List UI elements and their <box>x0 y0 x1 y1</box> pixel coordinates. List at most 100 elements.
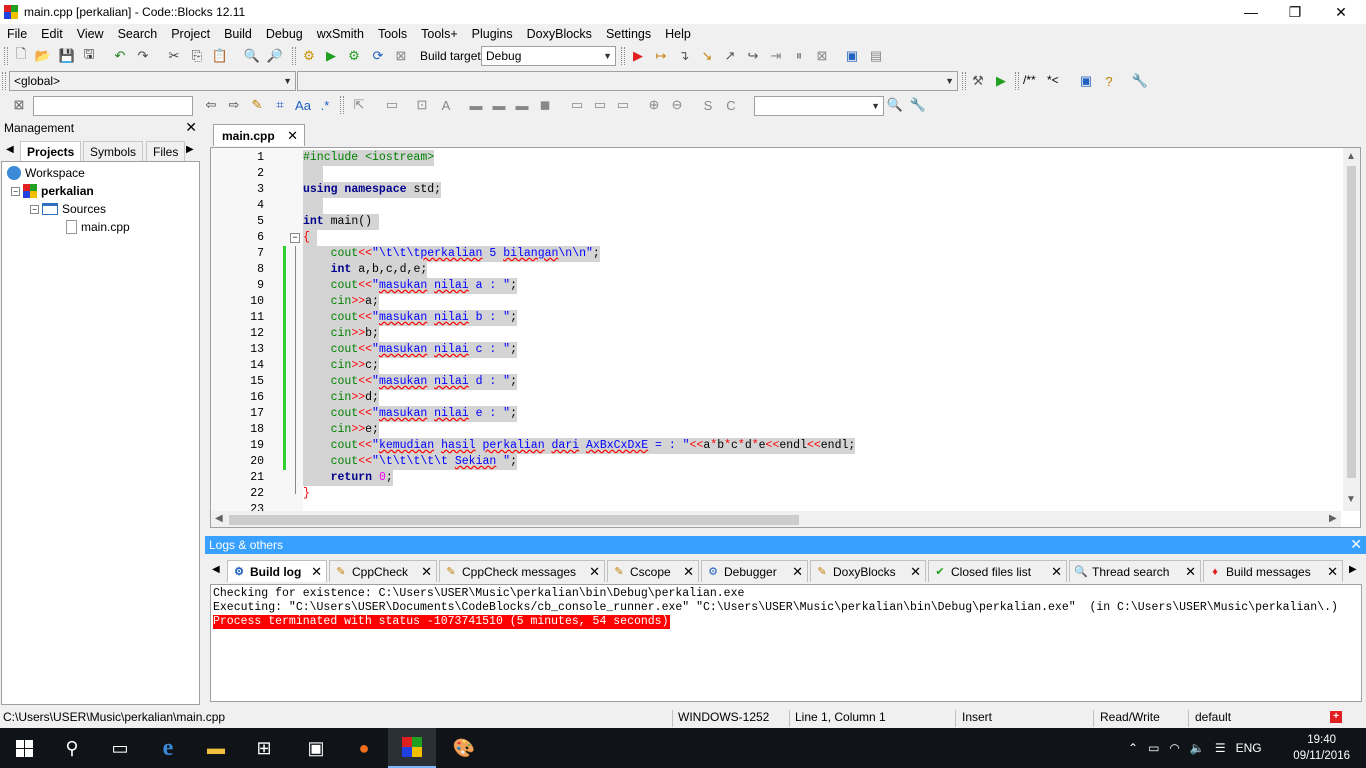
menu-file[interactable]: File <box>0 27 34 41</box>
menu-debug[interactable]: Debug <box>259 27 310 41</box>
tab-build-log[interactable]: ⚙ Build log ✕ <box>227 560 327 582</box>
find-previous-icon[interactable]: ⇦ <box>202 96 220 114</box>
doxy-html-icon[interactable]: ▣ <box>1077 72 1095 90</box>
tab-cscope[interactable]: ✎ Cscope ✕ <box>607 560 699 582</box>
tab-projects[interactable]: Projects <box>20 141 82 161</box>
store-icon[interactable]: ⊞ <box>240 728 288 768</box>
cut-icon[interactable]: ✂ <box>165 47 183 65</box>
scroll-down-icon[interactable]: ▼ <box>1346 494 1356 505</box>
menu-view[interactable]: View <box>70 27 111 41</box>
doxy-chm-icon[interactable]: ? <box>1100 72 1118 90</box>
step-into-icon[interactable]: ↘ <box>698 47 716 65</box>
start-windows-icon[interactable] <box>0 728 48 768</box>
scroll-thumb[interactable] <box>229 515 799 525</box>
language-indicator[interactable]: ENG <box>1236 741 1262 755</box>
build-and-run-icon[interactable]: ⚙ <box>345 47 363 65</box>
tree-file-main[interactable]: main.cpp <box>66 218 130 236</box>
thread-search-options-icon[interactable]: 🔧 <box>909 96 927 114</box>
close-icon[interactable]: ✕ <box>287 128 298 144</box>
close-icon[interactable]: ✕ <box>683 564 694 580</box>
menu-help[interactable]: Help <box>658 27 698 41</box>
close-button[interactable]: ✕ <box>1318 0 1364 24</box>
notifications-icon[interactable]: ☰ <box>1215 741 1226 755</box>
close-icon[interactable]: ✕ <box>589 564 600 580</box>
scroll-thumb[interactable] <box>1347 166 1356 478</box>
close-icon[interactable]: ✕ <box>311 564 322 580</box>
scroll-up-icon[interactable]: ▲ <box>1346 151 1356 162</box>
find-icon[interactable]: 🔍 <box>243 47 261 65</box>
match-case-icon[interactable]: Aa <box>294 96 312 114</box>
doxy-wizard-icon[interactable]: ⚒ <box>969 72 987 90</box>
logs-close-button[interactable]: ✕ <box>1350 536 1362 553</box>
tree-workspace[interactable]: Workspace <box>7 164 85 182</box>
new-file-icon[interactable]: 🗋 <box>12 46 30 65</box>
close-icon[interactable]: ✕ <box>792 564 803 580</box>
widget-panel-icon[interactable]: ▬ <box>467 96 485 114</box>
menu-doxyblocks[interactable]: DoxyBlocks <box>520 27 599 41</box>
build-target-select[interactable]: Debug ▼ <box>481 46 616 66</box>
function-select[interactable]: ▼ <box>297 71 958 91</box>
menu-tools-plus[interactable]: Tools+ <box>414 27 464 41</box>
battery-icon[interactable]: ▭ <box>1148 741 1159 755</box>
tree-project[interactable]: − perkalian <box>11 182 94 200</box>
run-icon[interactable]: ▶ <box>322 47 340 65</box>
save-all-icon[interactable]: 🖫 <box>80 46 98 65</box>
doxy-config-icon[interactable]: 🔧 <box>1131 72 1149 90</box>
open-file-icon[interactable]: 📂 <box>34 47 52 65</box>
scope-select[interactable]: <global> ▼ <box>9 71 296 91</box>
tab-scroll-right-icon[interactable]: ▶ <box>186 144 194 155</box>
run-to-cursor-icon[interactable]: ↦ <box>652 47 670 65</box>
codeblocks-taskbar-icon[interactable] <box>388 728 436 768</box>
abort-icon[interactable]: ⊠ <box>392 47 410 65</box>
paint-icon[interactable]: 🎨 <box>440 728 488 768</box>
close-icon[interactable]: ✕ <box>910 564 921 580</box>
close-icon[interactable]: ✕ <box>1051 564 1062 580</box>
scroll-right-icon[interactable]: ▶ <box>1329 513 1337 524</box>
tab-debugger[interactable]: ⚙ Debugger ✕ <box>701 560 808 582</box>
widget-button-icon[interactable]: ▭ <box>383 96 401 114</box>
stop-icon[interactable]: ⊠ <box>813 47 831 65</box>
debug-windows-icon[interactable]: ▣ <box>843 47 861 65</box>
search-icon[interactable]: ⚲ <box>48 728 96 768</box>
firefox-icon[interactable]: ● <box>340 728 388 768</box>
close-icon[interactable]: ✕ <box>1327 564 1338 580</box>
vertical-scrollbar[interactable]: ▲ ▼ <box>1343 148 1360 511</box>
volume-icon[interactable]: 🔈 <box>1190 741 1205 755</box>
widget-frame-icon[interactable]: ◼ <box>536 96 554 114</box>
save-icon[interactable]: 💾 <box>58 47 76 65</box>
doxy-line-comment-button[interactable]: *< <box>1047 73 1059 87</box>
selected-text-icon[interactable]: ⌗ <box>271 96 289 114</box>
close-icon[interactable]: ✕ <box>1185 564 1196 580</box>
wifi-icon[interactable]: ◠ <box>1169 741 1179 755</box>
debug-run-icon[interactable]: ▶ <box>629 47 647 65</box>
clear-search-icon[interactable]: ⊠ <box>10 96 28 114</box>
horizontal-scrollbar[interactable]: ◀ ▶ <box>211 511 1341 527</box>
menu-plugins[interactable]: Plugins <box>465 27 520 41</box>
build-log-output[interactable]: Checking for existence: C:\Users\USER\Mu… <box>210 584 1362 702</box>
tab-cppcheck-messages[interactable]: ✎ CppCheck messages ✕ <box>439 560 605 582</box>
doxy-extract-icon[interactable]: ▶ <box>992 72 1010 90</box>
sizer-c-icon[interactable]: C <box>722 96 740 114</box>
find-next-icon[interactable]: ⇨ <box>225 96 243 114</box>
pointer-icon[interactable]: ⇱ <box>350 96 368 114</box>
regex-icon[interactable]: .* <box>316 96 334 114</box>
widget-spin-icon[interactable]: ▭ <box>614 96 632 114</box>
menu-build[interactable]: Build <box>217 27 259 41</box>
chevron-up-icon[interactable]: ⌃ <box>1128 741 1138 755</box>
highlight-icon[interactable]: ✎ <box>248 96 266 114</box>
widget-scroll-icon[interactable]: ▭ <box>591 96 609 114</box>
menu-wxsmith[interactable]: wxSmith <box>310 27 371 41</box>
tab-scroll-right-icon[interactable]: ▶ <box>1349 564 1357 575</box>
tab-main-cpp[interactable]: main.cpp ✕ <box>213 124 305 146</box>
management-close-button[interactable]: ✕ <box>185 119 197 136</box>
paste-icon[interactable]: 📋 <box>211 47 229 65</box>
thread-search-input[interactable]: ▼ <box>754 96 884 116</box>
menu-edit[interactable]: Edit <box>34 27 70 41</box>
tree-folder-sources[interactable]: − Sources <box>30 200 106 218</box>
asus-app-icon[interactable]: ▣ <box>292 728 340 768</box>
scroll-left-icon[interactable]: ◀ <box>215 513 223 524</box>
tab-build-messages[interactable]: ♦ Build messages ✕ <box>1203 560 1343 582</box>
tab-scroll-left-icon[interactable]: ◀ <box>212 564 220 575</box>
widget-text-icon[interactable]: A <box>437 96 455 114</box>
minimize-button[interactable]: — <box>1228 0 1274 24</box>
